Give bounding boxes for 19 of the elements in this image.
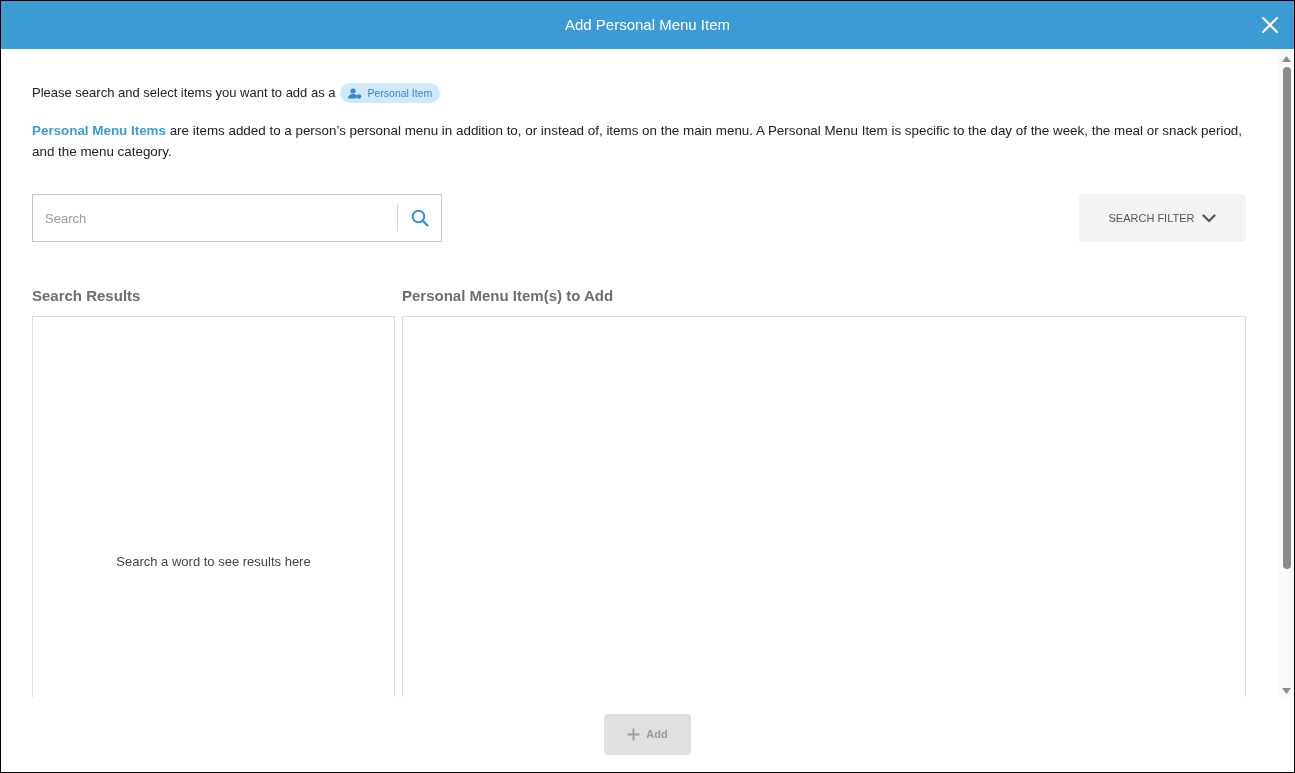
close-icon [1262, 17, 1278, 33]
search-icon[interactable] [411, 209, 429, 227]
scrollbar-track[interactable] [1279, 49, 1294, 697]
scroll-up-arrow-icon[interactable] [1282, 56, 1291, 62]
tag-label: Personal Item [367, 86, 433, 100]
empty-results-message: Search a word to see results here [116, 553, 311, 571]
search-filter-button[interactable]: SEARCH FILTER [1079, 194, 1246, 242]
person-icon [347, 87, 362, 99]
close-button[interactable] [1261, 16, 1279, 34]
scrollbar-thumb[interactable] [1282, 67, 1291, 569]
chevron-down-icon [1202, 213, 1217, 223]
plus-icon [627, 728, 641, 741]
scroll-down-arrow-icon[interactable] [1282, 688, 1291, 694]
description-text: Personal Menu Items are items added to a person’s personal menu in addition to, or instead of, items on the main menu. A Personal Menu Item is specific to the day of the week, the meal or snack period, and the menu category. [32, 122, 1243, 161]
search-field[interactable]: Search [32, 194, 442, 242]
items-to-add-heading: Personal Menu Item(s) to Add [402, 286, 615, 306]
instruction-text: Please search and select items you want to add as a [32, 84, 336, 102]
search-results-heading: Search Results [32, 286, 142, 306]
dialog-title: Add Personal Menu Item [564, 15, 731, 35]
